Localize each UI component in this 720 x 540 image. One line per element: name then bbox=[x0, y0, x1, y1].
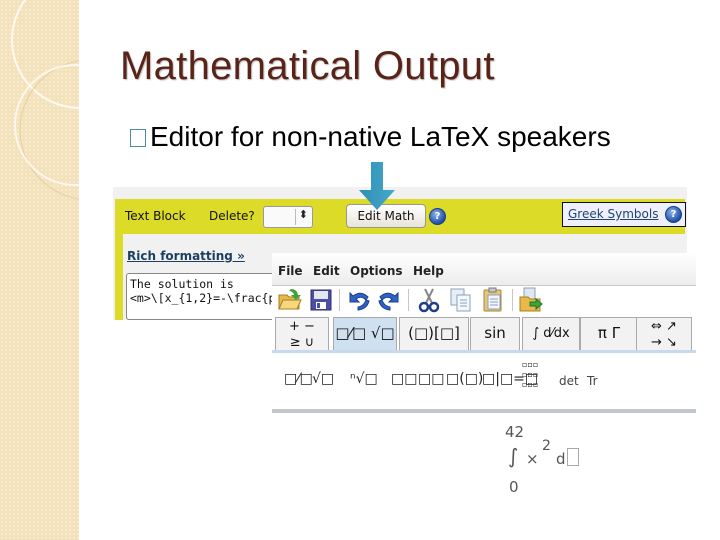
delete-select[interactable]: ⬍ bbox=[263, 206, 313, 228]
lower-limit: 0 bbox=[509, 478, 519, 496]
decorative-circles bbox=[11, 0, 79, 200]
nth-root-button[interactable]: ⁿ√□ bbox=[350, 371, 378, 387]
integral-sign: ∫ bbox=[508, 444, 519, 468]
rich-formatting-link[interactable]: Rich formatting » bbox=[127, 249, 245, 263]
pointer-arrow-icon bbox=[359, 162, 395, 210]
tab-label: π Γ bbox=[597, 324, 621, 342]
fraction-button[interactable]: □⁄□ bbox=[284, 371, 313, 387]
formula-preview[interactable]: 42 ∫ × 2 d 0 bbox=[500, 420, 620, 500]
trace-button[interactable]: Tr bbox=[587, 374, 598, 388]
slide-title: Mathematical Output bbox=[120, 44, 495, 88]
greek-help-icon[interactable]: ? bbox=[665, 206, 682, 223]
export-icon[interactable] bbox=[518, 287, 544, 313]
tab-label: + − bbox=[289, 319, 315, 334]
tab-operators[interactable]: + − ≥ ∪ bbox=[275, 317, 329, 350]
help-icon[interactable]: ? bbox=[429, 208, 446, 225]
menu-bar: File Edit Options Help bbox=[272, 253, 696, 286]
source-textarea[interactable]: The solution is <m>\[x_{1,2}=-\frac{p bbox=[126, 273, 286, 320]
tab-functions[interactable]: sin bbox=[470, 317, 520, 350]
tab-fractions-roots[interactable]: □⁄□ √□ bbox=[333, 317, 397, 350]
upper-limit: 42 bbox=[505, 423, 525, 441]
matrix-icon: ▫▫▫ ▫▫▫ ▫▫▫ bbox=[522, 360, 539, 389]
cut-icon[interactable] bbox=[416, 287, 442, 313]
paste-icon[interactable] bbox=[480, 287, 506, 313]
input-placeholder-box[interactable] bbox=[567, 448, 579, 466]
menu-help[interactable]: Help bbox=[413, 264, 444, 278]
undo-icon[interactable] bbox=[346, 287, 372, 313]
subscript-button[interactable]: □□ bbox=[418, 371, 444, 387]
redo-icon[interactable] bbox=[376, 287, 402, 313]
symbol-tabs: + − ≥ ∪ □⁄□ √□ (□)[□] sin ∫ d⁄dx π Γ ⇔ ↗… bbox=[272, 314, 696, 353]
tab-label: ≥ ∪ bbox=[289, 335, 315, 350]
toolbar-separator bbox=[408, 289, 409, 311]
tab-arrows[interactable]: ⇔ ↗ → ↘ bbox=[636, 317, 692, 350]
menu-edit[interactable]: Edit bbox=[313, 264, 340, 278]
delete-label: Delete? bbox=[209, 209, 255, 223]
slide-bullet: Editor for non-native La​Te​X speakers bbox=[130, 121, 611, 153]
math-editor-window: File Edit Options Help + − ≥ ∪ □⁄□ √□ (□… bbox=[272, 253, 696, 413]
toolbar-separator bbox=[512, 289, 513, 311]
tab-label: → ↘ bbox=[651, 335, 677, 350]
symbol-palette: □⁄□ √□ ⁿ√□ □□ □□ □(□) □|□=□ ▫▫▫ ▫▫▫ ▫▫▫ … bbox=[272, 353, 696, 413]
exponent: 2 bbox=[542, 438, 551, 454]
tab-brackets[interactable]: (□)[□] bbox=[399, 317, 469, 350]
decorative-sidebar bbox=[0, 0, 79, 540]
matrix-button[interactable]: ▫▫▫ ▫▫▫ ▫▫▫ bbox=[522, 360, 538, 390]
panel-left-border bbox=[115, 234, 123, 320]
function-button[interactable]: □(□) bbox=[446, 371, 483, 387]
bullet-square-icon bbox=[130, 129, 146, 147]
sqrt-button[interactable]: √□ bbox=[312, 371, 334, 387]
text-block-label: Text Block bbox=[125, 209, 186, 223]
superscript-button[interactable]: □□ bbox=[391, 371, 417, 387]
greek-symbols-box: Greek Symbols ? bbox=[562, 202, 686, 227]
det-button[interactable]: det bbox=[559, 374, 579, 388]
tab-greek[interactable]: π Γ bbox=[580, 317, 638, 350]
select-divider bbox=[295, 209, 296, 225]
save-icon[interactable] bbox=[308, 287, 334, 313]
menu-options[interactable]: Options bbox=[350, 264, 403, 278]
select-updown-icon: ⬍ bbox=[298, 209, 308, 221]
copy-icon[interactable] bbox=[448, 287, 474, 313]
icon-toolbar bbox=[272, 286, 696, 314]
web-editor-toolbar: Text Block Delete? ⬍ Edit Math ? Greek S… bbox=[115, 199, 686, 234]
toolbar-separator bbox=[339, 289, 340, 311]
tab-label: ⇔ ↗ bbox=[651, 319, 677, 334]
tab-label: (□)[□] bbox=[408, 324, 460, 342]
tab-label: ∫ d⁄dx bbox=[532, 326, 570, 341]
bullet-text: Editor for non-native La​Te​X speakers bbox=[150, 121, 611, 152]
differential: d bbox=[556, 450, 566, 468]
tab-label: sin bbox=[484, 324, 506, 342]
tab-calculus[interactable]: ∫ d⁄dx bbox=[522, 317, 580, 350]
greek-symbols-link[interactable]: Greek Symbols bbox=[568, 207, 658, 221]
tab-label: □⁄□ √□ bbox=[335, 324, 395, 342]
integrand: × bbox=[526, 450, 539, 468]
open-folder-icon[interactable] bbox=[277, 287, 303, 313]
menu-file[interactable]: File bbox=[278, 264, 303, 278]
